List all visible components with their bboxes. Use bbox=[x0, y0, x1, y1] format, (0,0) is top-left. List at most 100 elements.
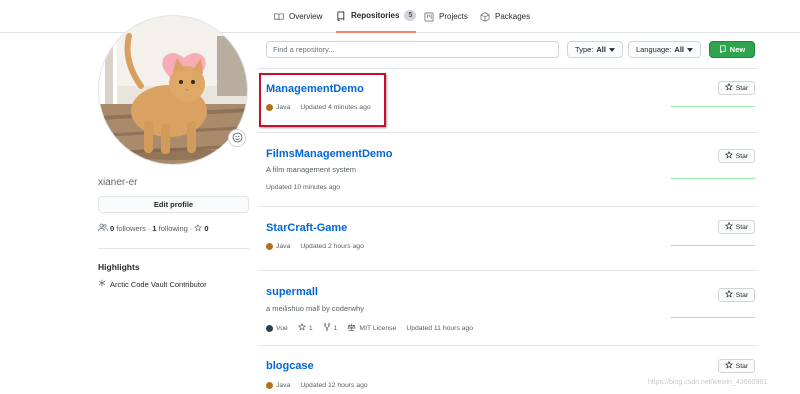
star-icon bbox=[724, 221, 733, 232]
repo-language-label: Vue bbox=[276, 324, 288, 332]
star-button[interactable]: Star bbox=[718, 359, 755, 373]
activity-graph bbox=[671, 317, 755, 318]
project-board-icon bbox=[424, 12, 434, 22]
new-repo-button[interactable]: New bbox=[709, 41, 755, 58]
repo-meta: Java Updated 2 hours ago bbox=[266, 243, 364, 250]
repo-updated: Updated 12 hours ago bbox=[300, 382, 368, 389]
activity-graph bbox=[671, 245, 755, 246]
star-label: Star bbox=[735, 84, 749, 92]
star-icon bbox=[724, 150, 733, 161]
followers-count: 0 bbox=[110, 224, 115, 233]
star-label: Star bbox=[735, 223, 749, 231]
type-filter-value: All bbox=[596, 45, 606, 54]
edit-profile-button[interactable]: Edit profile bbox=[98, 196, 249, 213]
repo-language-label: Java bbox=[276, 382, 291, 389]
set-status-button[interactable] bbox=[228, 129, 246, 147]
type-filter-dropdown[interactable]: Type: All bbox=[567, 41, 623, 58]
people-icon bbox=[98, 223, 108, 234]
tab-overview-label: Overview bbox=[289, 12, 323, 21]
license-label: MIT License bbox=[359, 324, 397, 332]
book-open-icon bbox=[274, 12, 284, 22]
following-label: following bbox=[158, 224, 188, 233]
caret-down-icon bbox=[687, 45, 694, 54]
separator-dot: · bbox=[189, 224, 193, 233]
star-icon bbox=[724, 360, 733, 371]
star-button[interactable]: Star bbox=[718, 149, 755, 163]
tab-overview[interactable]: Overview bbox=[274, 0, 322, 33]
star-label: Star bbox=[735, 291, 749, 299]
star-button[interactable]: Star bbox=[718, 288, 755, 302]
stargazers-link[interactable]: 1 bbox=[297, 322, 313, 333]
repo-meta: Java Updated 12 hours ago bbox=[266, 382, 368, 389]
repo-count-badge: 5 bbox=[404, 10, 417, 21]
repo-name-link[interactable]: StarCraft-Game bbox=[266, 222, 347, 234]
avatar[interactable] bbox=[98, 15, 248, 165]
language-filter-value: All bbox=[674, 45, 685, 54]
forks-count: 1 bbox=[333, 324, 338, 332]
profile-username: xianer-er bbox=[98, 177, 138, 188]
highlight-label: Arctic Code Vault Contributor bbox=[110, 279, 207, 289]
repo-list-divider bbox=[258, 132, 758, 133]
new-repo-label: New bbox=[729, 45, 746, 54]
repo-language-label: Java bbox=[276, 243, 291, 250]
star-icon bbox=[297, 322, 306, 333]
license-info: MIT License bbox=[347, 323, 396, 333]
followers-label: followers bbox=[116, 224, 146, 233]
separator-dot: · bbox=[147, 224, 151, 233]
followers-link[interactable]: 0 followers bbox=[110, 224, 146, 233]
language-filter-label: Language: bbox=[635, 45, 672, 54]
avatar-cat-photo bbox=[99, 16, 247, 164]
activity-graph bbox=[671, 178, 755, 179]
repo-updated: Updated 2 hours ago bbox=[300, 243, 364, 250]
fork-icon bbox=[323, 323, 331, 333]
tab-repositories-label: Repositories bbox=[351, 11, 400, 20]
language-filter-dropdown[interactable]: Language: All bbox=[628, 41, 701, 58]
star-button[interactable]: Star bbox=[718, 81, 755, 95]
repo-icon bbox=[336, 11, 346, 21]
snowflake-icon bbox=[98, 279, 106, 289]
tab-projects[interactable]: Projects bbox=[424, 0, 468, 33]
package-icon bbox=[480, 11, 490, 22]
star-button[interactable]: Star bbox=[718, 220, 755, 234]
sidebar-divider bbox=[98, 248, 249, 249]
follow-stats: 0 followers · 1 following · 0 bbox=[98, 223, 208, 234]
stars-count: 0 bbox=[204, 224, 209, 233]
highlight-arctic-vault[interactable]: Arctic Code Vault Contributor bbox=[98, 279, 207, 289]
star-icon bbox=[724, 289, 733, 300]
smiley-icon bbox=[232, 132, 243, 145]
repo-language: Java bbox=[266, 243, 290, 250]
repo-updated: Updated 10 minutes ago bbox=[266, 184, 341, 191]
repo-updated: Updated 11 hours ago bbox=[406, 324, 474, 332]
repo-list-divider bbox=[258, 345, 758, 346]
language-color-dot bbox=[266, 324, 273, 332]
type-filter-label: Type: bbox=[575, 45, 594, 54]
forks-link[interactable]: 1 bbox=[323, 323, 338, 333]
profile-tab-bar: Overview Repositories 5 Projects Package… bbox=[0, 0, 800, 33]
repo-search-input[interactable] bbox=[266, 41, 559, 58]
star-label: Star bbox=[735, 152, 749, 160]
repo-name-link[interactable]: FilmsManagementDemo bbox=[266, 148, 393, 160]
law-icon bbox=[347, 323, 357, 333]
caret-down-icon bbox=[608, 45, 615, 54]
tab-repositories[interactable]: Repositories 5 bbox=[336, 0, 417, 33]
watermark: https://blog.csdn.net/weixin_43660981 bbox=[648, 379, 768, 386]
tab-packages-label: Packages bbox=[495, 12, 531, 21]
repo-icon bbox=[719, 44, 727, 55]
repo-description: a meilishuo mall by coderwhy bbox=[266, 304, 364, 313]
activity-graph bbox=[671, 106, 755, 107]
repo-description: A film management system bbox=[266, 165, 357, 174]
following-link[interactable]: 1 following bbox=[152, 224, 187, 233]
star-label: Star bbox=[735, 362, 749, 370]
tab-packages[interactable]: Packages bbox=[480, 0, 530, 33]
language-color-dot bbox=[266, 243, 273, 250]
repo-list-divider bbox=[258, 206, 758, 207]
repo-language: Vue bbox=[266, 324, 288, 332]
star-icon bbox=[724, 82, 733, 93]
highlights-heading: Highlights bbox=[98, 262, 140, 272]
repo-name-link[interactable]: supermall bbox=[266, 286, 318, 298]
stars-link[interactable]: 0 bbox=[194, 223, 209, 234]
repo-name-link[interactable]: blogcase bbox=[266, 360, 314, 372]
repo-meta: Vue 1 1 MIT License Updated 11 hours ago bbox=[266, 322, 474, 333]
stargazers-count: 1 bbox=[308, 324, 313, 332]
tab-projects-label: Projects bbox=[439, 12, 468, 21]
